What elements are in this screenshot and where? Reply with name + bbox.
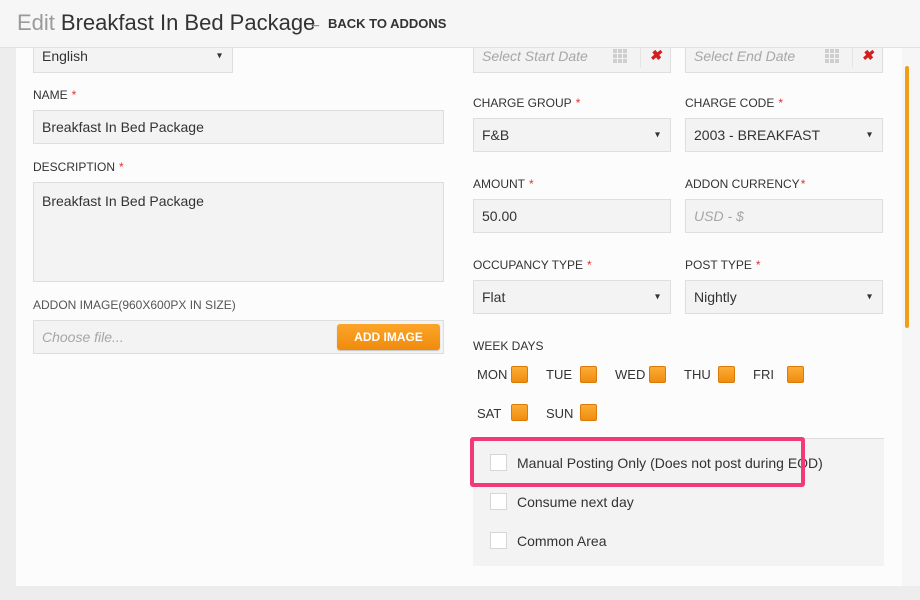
weekday-checkbox-mon[interactable] [511, 366, 528, 383]
weekday-label-tue: TUE [546, 367, 572, 382]
description-label-text: DESCRIPTION [33, 160, 116, 174]
week-days-label: WEEK DAYS [473, 339, 543, 353]
amount-value: 50.00 [482, 208, 518, 224]
addon-image-label: ADDON IMAGE(960X600PX IN SIZE) [33, 298, 236, 312]
calendar-icon[interactable] [825, 49, 839, 63]
charge-code-select[interactable]: 2003 - BREAKFAST [685, 118, 883, 152]
start-date-placeholder: Select Start Date [482, 48, 588, 64]
page-header: Edit Breakfast In Bed Package ← BACK TO AD… [0, 0, 920, 48]
option-common-area[interactable]: Common Area [490, 532, 606, 549]
addon-currency-label: ADDON CURRENCY* [685, 177, 805, 191]
charge-group-label-text: CHARGE GROUP [473, 96, 572, 110]
description-label: DESCRIPTION * [33, 160, 124, 174]
weekday-label-fri: FRI [753, 367, 774, 382]
consume-next-day-checkbox[interactable] [490, 493, 507, 510]
image-placeholder: Choose file... [42, 329, 124, 345]
end-date-input[interactable]: Select End Date ✖ [685, 48, 883, 73]
occupancy-type-label-text: OCCUPANCY TYPE [473, 258, 584, 272]
weekday-label-sat: SAT [477, 406, 502, 421]
scrollbar-thumb[interactable] [905, 66, 909, 328]
week-days-label-text: WEEK DAYS [473, 339, 544, 353]
title-prefix: Edit [17, 10, 55, 35]
post-type-value: Nightly [694, 289, 737, 305]
required-mark: * [778, 96, 784, 110]
occupancy-type-value: Flat [482, 289, 506, 305]
post-type-label-text: POST TYPE [685, 258, 752, 272]
name-input[interactable]: Breakfast In Bed Package [33, 110, 444, 144]
required-mark: * [119, 160, 124, 174]
charge-group-label: CHARGE GROUP * [473, 96, 580, 110]
add-image-button[interactable]: ADD IMAGE [337, 324, 440, 350]
required-mark: * [529, 177, 534, 191]
clear-start-date-icon[interactable]: ✖ [640, 48, 670, 68]
consume-next-day-label: Consume next day [517, 493, 634, 510]
occupancy-type-select[interactable]: Flat [473, 280, 671, 314]
required-mark: * [755, 258, 761, 272]
addon-currency-label-text: ADDON CURRENCY [685, 177, 800, 191]
back-label: BACK TO ADDONS [328, 16, 447, 31]
charge-code-value: 2003 - BREAKFAST [694, 127, 821, 143]
description-value: Breakfast In Bed Package [42, 193, 204, 209]
end-date-placeholder: Select End Date [694, 48, 796, 64]
weekday-checkbox-sun[interactable] [580, 404, 597, 421]
currency-placeholder: USD - $ [694, 208, 744, 224]
weekday-label-mon: MON [477, 367, 508, 382]
weekday-label-sun: SUN [546, 406, 574, 421]
amount-input[interactable]: 50.00 [473, 199, 671, 233]
common-area-label: Common Area [517, 532, 607, 549]
weekday-checkbox-fri[interactable] [787, 366, 804, 383]
weekday-checkbox-thu[interactable] [718, 366, 735, 383]
amount-label-text: AMOUNT [473, 177, 525, 191]
amount-label: AMOUNT * [473, 177, 534, 191]
calendar-icon[interactable] [613, 49, 627, 63]
weekday-label-thu: THU [684, 367, 711, 382]
addon-currency-input[interactable]: USD - $ [685, 199, 883, 233]
add-image-label: ADD IMAGE [354, 330, 423, 344]
scrollbar-track[interactable] [902, 48, 920, 586]
required-mark: * [71, 88, 77, 102]
arrow-left-icon: ← [309, 16, 322, 31]
addon-form-panel: English NAME* Breakfast In Bed Package D… [16, 48, 902, 586]
language-select[interactable]: English [33, 48, 233, 73]
name-label: NAME * [33, 88, 76, 102]
start-date-input[interactable]: Select Start Date ✖ [473, 48, 671, 73]
common-area-checkbox[interactable] [490, 532, 507, 549]
charge-group-select[interactable]: F&B [473, 118, 671, 152]
addon-image-label-text: ADDON IMAGE(960X600PX IN SIZE) [33, 298, 236, 312]
charge-code-label-text: CHARGE CODE [685, 96, 775, 110]
weekday-checkbox-tue[interactable] [580, 366, 597, 383]
option-consume-next-day[interactable]: Consume next day [490, 493, 634, 510]
clear-end-date-icon[interactable]: ✖ [852, 48, 882, 68]
title-text: Breakfast In Bed Package [60, 10, 316, 35]
weekday-label-wed: WED [615, 367, 646, 382]
required-mark: * [575, 96, 581, 110]
required-mark: * [587, 258, 592, 272]
page-title: Edit Breakfast In Bed Package [17, 10, 315, 36]
charge-code-label: CHARGE CODE * [685, 96, 783, 110]
language-value: English [42, 48, 88, 64]
highlight-box [470, 437, 805, 487]
weekday-checkbox-wed[interactable] [649, 366, 666, 383]
name-label-text: NAME [33, 88, 68, 102]
name-value: Breakfast In Bed Package [42, 119, 204, 135]
post-type-select[interactable]: Nightly [685, 280, 883, 314]
occupancy-type-label: OCCUPANCY TYPE * [473, 258, 592, 272]
weekday-checkbox-sat[interactable] [511, 404, 528, 421]
required-mark: * [800, 177, 806, 191]
description-textarea[interactable]: Breakfast In Bed Package [33, 182, 444, 282]
back-to-addons-link[interactable]: ← BACK TO ADDONS [309, 16, 446, 31]
charge-group-value: F&B [482, 127, 510, 143]
post-type-label: POST TYPE * [685, 258, 761, 272]
